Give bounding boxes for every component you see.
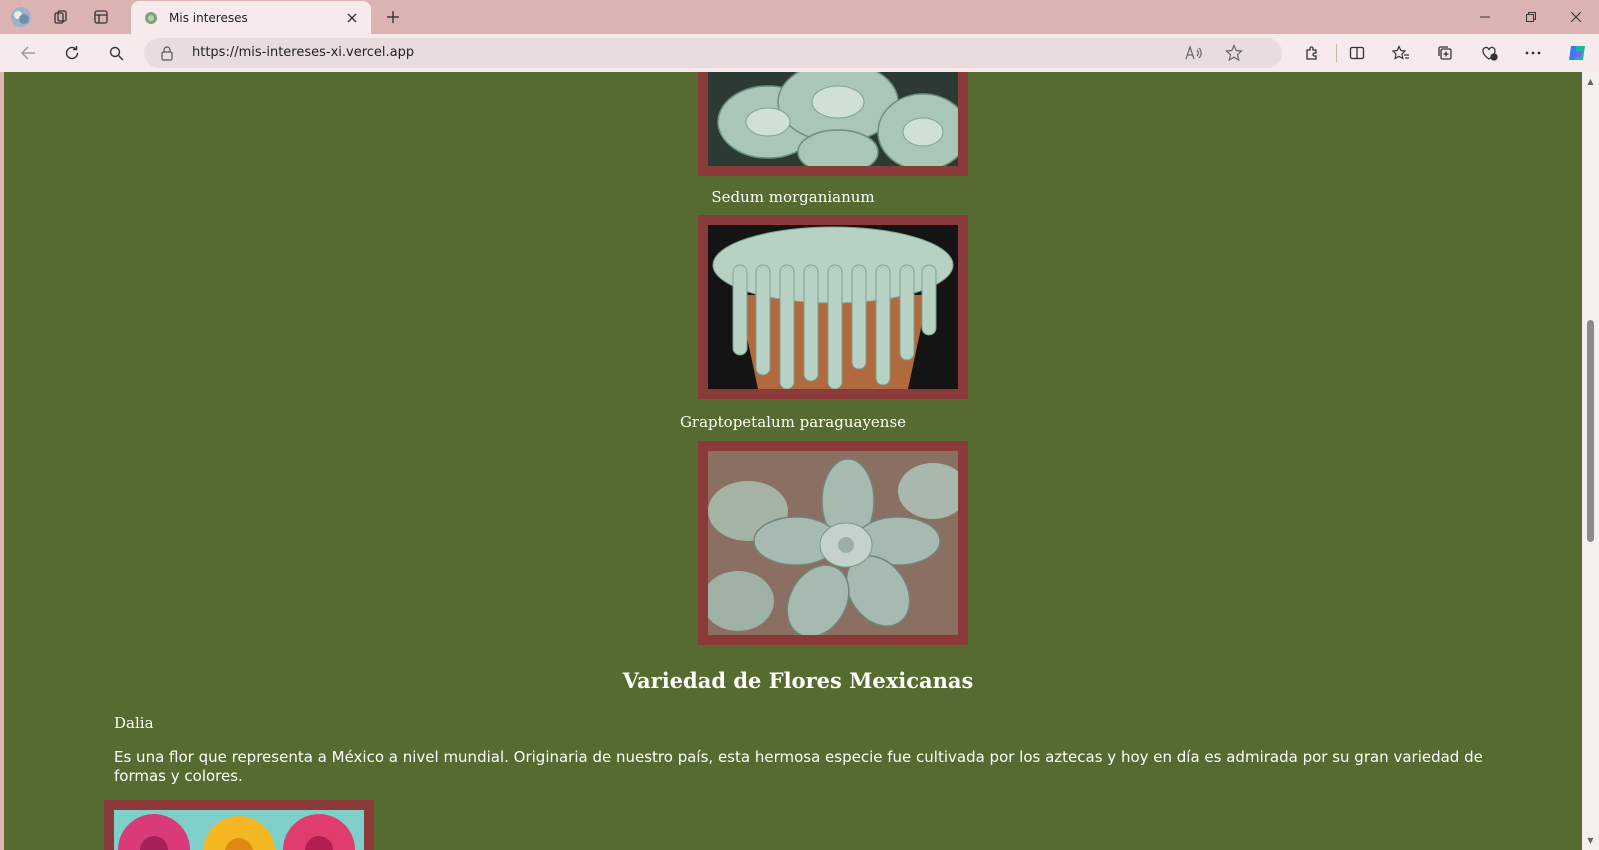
caption-graptopetalum: Graptopetalum paraguayense [679, 413, 907, 431]
page-viewport: Sedum morganianum Graptopetalum paraguay… [4, 72, 1582, 850]
search-icon[interactable] [101, 40, 131, 66]
profile-avatar-icon[interactable] [8, 5, 34, 29]
succulent-favicon-icon [143, 10, 159, 26]
restore-icon[interactable] [1508, 0, 1554, 34]
address-bar[interactable]: https://mis-intereses-xi.vercel.app [144, 38, 1282, 68]
succulent-image-frame-3 [698, 441, 968, 645]
dahlia-image [114, 810, 364, 850]
workspaces-icon[interactable] [48, 5, 74, 29]
copilot-icon[interactable] [1562, 40, 1592, 66]
title-bar: Mis intereses [0, 0, 1599, 34]
toolbar-separator [1336, 44, 1337, 62]
favorites-icon[interactable] [1386, 40, 1416, 66]
split-screen-icon[interactable] [1342, 40, 1372, 66]
scroll-up-icon[interactable]: ▲ [1586, 77, 1595, 86]
section-title: Variedad de Flores Mexicanas [622, 668, 974, 693]
sedum-morganianum-image [708, 225, 958, 389]
refresh-icon[interactable] [57, 40, 87, 66]
back-icon[interactable] [13, 40, 43, 66]
close-window-icon[interactable] [1553, 0, 1599, 34]
vertical-scrollbar[interactable]: ▲ ▼ [1582, 72, 1599, 850]
succulent-image-frame-2 [698, 215, 968, 399]
more-options-icon[interactable] [1518, 40, 1548, 66]
graptopetalum-image [708, 451, 958, 635]
browser-toolbar: https://mis-intereses-xi.vercel.app [0, 34, 1599, 72]
url-text[interactable]: https://mis-intereses-xi.vercel.app [192, 45, 414, 60]
dahlia-image-frame [104, 800, 374, 850]
succulent-image-frame-1 [698, 72, 968, 176]
flower-name: Dalia [114, 714, 154, 732]
caption-sedum-morganianum: Sedum morganianum [711, 188, 875, 206]
scroll-down-icon[interactable]: ▼ [1586, 836, 1595, 845]
tab-title: Mis intereses [169, 10, 248, 25]
extensions-icon[interactable] [1297, 40, 1327, 66]
close-tab-icon[interactable] [343, 9, 361, 27]
flower-description: Es una flor que representa a México a ni… [114, 748, 1483, 785]
minimize-icon[interactable] [1462, 0, 1508, 34]
scroll-thumb[interactable] [1587, 320, 1594, 542]
lock-icon[interactable] [160, 45, 176, 61]
tab-actions-icon[interactable] [88, 5, 114, 29]
collections-icon[interactable] [1430, 40, 1460, 66]
echeveria-image [708, 72, 958, 166]
read-aloud-icon[interactable] [1183, 43, 1205, 63]
tab-mis-intereses[interactable]: Mis intereses [131, 1, 371, 34]
favorite-star-icon[interactable] [1223, 43, 1245, 63]
new-tab-button[interactable] [380, 5, 406, 29]
browser-essentials-icon[interactable] [1474, 40, 1504, 66]
